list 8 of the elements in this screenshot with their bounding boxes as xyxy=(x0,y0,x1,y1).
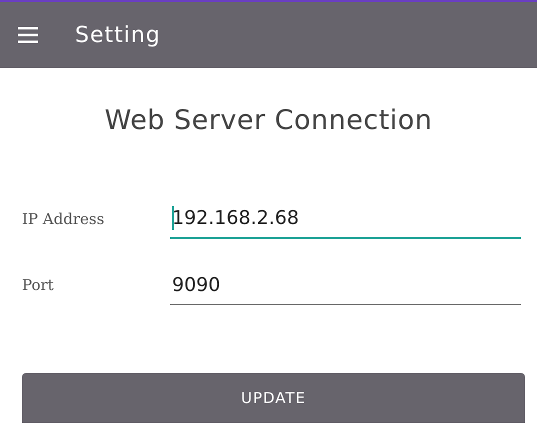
page-heading: Web Server Connection xyxy=(104,104,434,138)
app-bar-title: Setting xyxy=(75,22,161,48)
input-field[interactable]: 9090 xyxy=(170,265,521,305)
menu-icon[interactable] xyxy=(18,27,38,43)
update-button[interactable]: UPDATE xyxy=(22,373,525,423)
input-field[interactable]: 192.168.2.68 xyxy=(170,199,521,239)
field-label: Port xyxy=(22,276,55,296)
field-label: IP Address xyxy=(22,210,106,230)
